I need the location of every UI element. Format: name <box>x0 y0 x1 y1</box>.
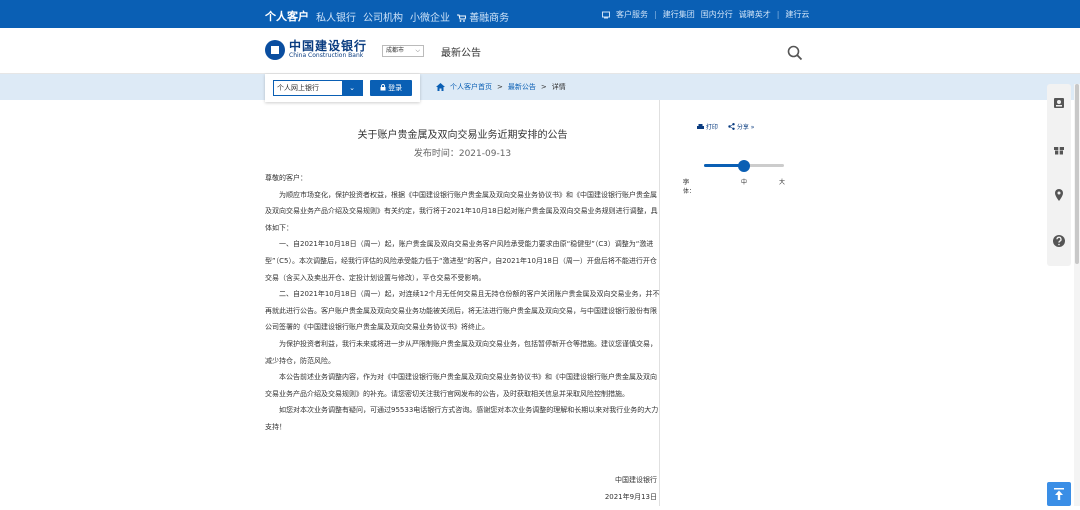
header-section-title: 最新公告 <box>441 48 481 59</box>
gift-icon[interactable] <box>1052 142 1066 156</box>
home-icon <box>436 83 445 91</box>
paragraph: 本公告前述业务调整内容，作为对《中国建设银行账户贵金属及双向交易业务协议书》和《… <box>265 373 657 398</box>
lock-icon <box>380 84 386 91</box>
link-customer-service[interactable]: 客户服务 <box>616 9 648 20</box>
back-to-top-button[interactable] <box>1047 482 1071 506</box>
nav-corporate[interactable]: 公司机构 <box>363 9 403 24</box>
utility-links: 客户服务 | 建行集团 国内分行 诚聘英才 | 建行云 <box>602 9 809 20</box>
location-pin-icon[interactable] <box>1052 188 1066 202</box>
font-size-slider[interactable] <box>704 160 784 172</box>
publish-time: 发布时间：2021-09-13 <box>413 149 512 159</box>
help-icon[interactable] <box>1052 234 1066 248</box>
login-button[interactable]: 登录 <box>370 80 412 96</box>
signer: 中国建设银行 <box>615 476 657 484</box>
nav-private-banking[interactable]: 私人银行 <box>316 9 356 24</box>
nav-shanrong-label: 善融商务 <box>469 12 510 24</box>
link-group[interactable]: 建行集团 <box>663 9 695 20</box>
login-type-select[interactable]: 个人网上银行 ⌄ <box>273 80 363 96</box>
article-tools: 打印 分享 » <box>697 122 754 131</box>
logo-english: China Construction Bank <box>289 52 364 59</box>
page-scrollbar[interactable] <box>1074 84 1080 506</box>
breadcrumb-current: 详情 <box>551 83 566 91</box>
article-body: 尊敬的客户： 为顺应市场变化，保护投资者权益，根据《中国建设银行账户贵金属及双向… <box>265 170 660 436</box>
link-branches[interactable]: 国内分行 <box>701 9 733 20</box>
city-value: 成都市 <box>386 47 405 54</box>
nav-shanrong[interactable]: 善融商务 <box>457 9 509 24</box>
paragraph: 为顺应市场变化，保护投资者权益，根据《中国建设银行账户贵金属及双向交易业务协议书… <box>265 190 658 232</box>
login-type-value: 个人网上银行 <box>277 84 319 92</box>
slider-handle[interactable] <box>738 160 750 172</box>
logo-chinese: 中国建设银行 <box>289 39 368 53</box>
signature: 中国建设银行 2021年9月13日 <box>605 472 657 506</box>
side-toolbar <box>1047 84 1071 266</box>
breadcrumb-section[interactable]: 最新公告 <box>508 82 536 92</box>
customer-service-icon <box>602 11 610 18</box>
breadcrumb-home[interactable]: 个人客户首页 <box>450 82 492 92</box>
ccb-logo-icon <box>265 40 285 60</box>
chevron-down-icon: ⌄ <box>342 81 362 95</box>
login-button-label: 登录 <box>388 84 403 92</box>
share-icon <box>728 123 735 130</box>
paragraph: 为保护投资者利益，我行未来或将进一步从严限制账户贵金属及双向交易业务，包括暂停新… <box>265 339 657 365</box>
share-label: 分享 <box>736 124 749 131</box>
breadcrumb-separator: > <box>497 83 503 91</box>
link-careers[interactable]: 诚聘英才 <box>739 9 771 20</box>
article-title: 关于账户贵金属及双向交易业务近期安排的公告 <box>357 130 568 141</box>
link-ccb-cloud[interactable]: 建行云 <box>785 9 809 20</box>
print-button[interactable]: 打印 <box>697 122 718 131</box>
share-button[interactable]: 分享 » <box>728 122 755 131</box>
scrollbar-thumb[interactable] <box>1075 84 1079 264</box>
paragraph: 二、自2021年10月18日（周一）起，对连续12个月无任何交易且无持仓份额的客… <box>265 290 660 332</box>
divider: | <box>776 10 780 19</box>
cart-icon <box>457 14 467 22</box>
paragraph: 如您对本次业务调整有疑问，可通过95533电话银行方式咨询。感谢您对本次业务调整… <box>265 406 659 431</box>
font-size-large[interactable]: 大 <box>779 177 785 186</box>
search-icon[interactable] <box>787 45 803 61</box>
logo-text: 中国建设银行 China Construction Bank <box>289 40 367 60</box>
arrow-up-icon <box>1054 488 1064 500</box>
breadcrumb-separator: > <box>540 83 547 91</box>
city-select[interactable]: 成都市 ⌵ <box>382 45 424 57</box>
ccb-logo[interactable]: 中国建设银行 China Construction Bank <box>265 40 367 60</box>
announcement-article: 关于账户贵金属及双向交易业务近期安排的公告 发布时间：2021-09-13 尊敬… <box>265 100 660 506</box>
nav-small-business[interactable]: 小微企业 <box>410 9 450 24</box>
print-icon <box>697 124 704 129</box>
top-navigation-bar: 个人客户 私人银行 公司机构 小微企业 善融商务 客户服务 | 建行集团 国内分… <box>0 0 1080 28</box>
paragraph: 一、自2021年10月18日（周一）起，账户贵金属及双向交易业务客户风险承受能力… <box>265 240 657 282</box>
breadcrumb: 个人客户首页 > 最新公告 > 详情 <box>436 82 566 92</box>
login-panel: 个人网上银行 ⌄ 登录 <box>265 74 420 102</box>
site-header: 中国建设银行 China Construction Bank 成都市 ⌵ 最新公… <box>0 28 1080 74</box>
segment-nav: 个人客户 私人银行 公司机构 小微企业 善融商务 <box>265 8 509 24</box>
font-size-medium[interactable]: 中 <box>741 177 747 186</box>
nav-personal[interactable]: 个人客户 <box>265 8 309 24</box>
chevron-down-icon: » <box>750 124 755 131</box>
print-label: 打印 <box>705 124 718 131</box>
account-card-icon[interactable] <box>1052 96 1066 110</box>
chevron-down-icon: ⌵ <box>415 47 420 54</box>
divider: | <box>654 10 657 19</box>
sign-date: 2021年9月13日 <box>604 493 657 501</box>
greeting: 尊敬的客户： <box>265 174 307 182</box>
